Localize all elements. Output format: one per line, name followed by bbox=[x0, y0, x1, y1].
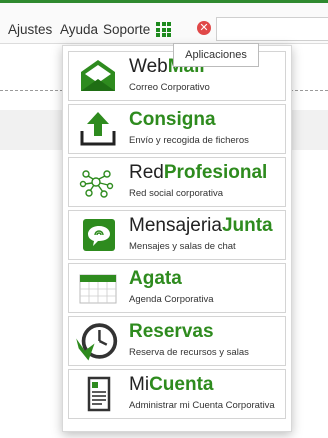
apps-dropdown: WebMail Correo Corporativo Consigna Enví… bbox=[62, 45, 292, 432]
app-title: Reservas bbox=[129, 321, 214, 342]
upload-arrow-icon bbox=[80, 112, 116, 146]
app-subtitle: Administrar mi Cuenta Corporativa bbox=[129, 400, 275, 411]
app-subtitle: Red social corporativa bbox=[129, 188, 223, 199]
app-redprofesional[interactable]: RedProfesional Red social corporativa bbox=[68, 157, 286, 207]
apps-tooltip: Aplicaciones bbox=[173, 43, 259, 67]
app-title: MensajeriaJunta bbox=[129, 215, 273, 236]
menu-ajustes[interactable]: Ajustes bbox=[8, 22, 52, 37]
menu-bar: Ajustes Ayuda Soporte ✕ bbox=[0, 3, 328, 44]
calendar-icon bbox=[79, 274, 117, 304]
app-title: Consigna bbox=[129, 109, 216, 130]
clock-reservation-icon bbox=[76, 323, 118, 361]
app-title: Agata bbox=[129, 268, 182, 289]
app-reservas[interactable]: Reservas Reserva de recursos y salas bbox=[68, 316, 286, 366]
app-subtitle: Reserva de recursos y salas bbox=[129, 347, 249, 358]
menu-soporte[interactable]: Soporte bbox=[103, 22, 150, 37]
app-agata[interactable]: Agata Agenda Corporativa bbox=[68, 263, 286, 313]
app-consigna[interactable]: Consigna Envío y recogida de ficheros bbox=[68, 104, 286, 154]
apps-grid-icon[interactable] bbox=[156, 22, 171, 37]
menu-ayuda[interactable]: Ayuda bbox=[60, 22, 98, 37]
app-title: MiCuenta bbox=[129, 374, 214, 395]
search-input[interactable] bbox=[216, 17, 328, 41]
app-subtitle: Agenda Corporativa bbox=[129, 294, 214, 305]
account-form-icon bbox=[87, 376, 111, 412]
app-micuenta[interactable]: MiCuenta Administrar mi Cuenta Corporati… bbox=[68, 369, 286, 419]
app-mensajeriajunta[interactable]: MensajeriaJunta Mensajes y salas de chat bbox=[68, 210, 286, 260]
app-subtitle: Envío y recogida de ficheros bbox=[129, 135, 249, 146]
app-subtitle: Mensajes y salas de chat bbox=[129, 241, 236, 252]
network-nodes-icon bbox=[79, 170, 114, 198]
webmail-envelope-icon bbox=[81, 60, 115, 91]
error-icon[interactable]: ✕ bbox=[197, 21, 211, 35]
app-title: RedProfesional bbox=[129, 162, 268, 183]
app-subtitle: Correo Corporativo bbox=[129, 82, 210, 93]
chat-bubble-icon bbox=[83, 219, 115, 251]
